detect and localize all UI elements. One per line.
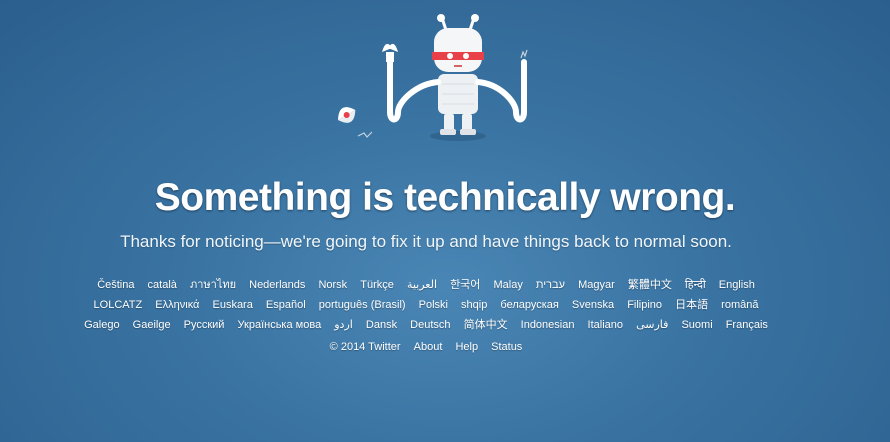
language-link[interactable]: Ελληνικά <box>155 299 199 311</box>
language-link[interactable]: 简体中文 <box>464 319 508 331</box>
robot-icon <box>338 14 528 141</box>
language-link[interactable]: Galego <box>84 319 119 331</box>
language-link[interactable]: shqip <box>461 299 487 311</box>
language-link[interactable]: Nederlands <box>249 279 305 291</box>
language-link[interactable]: LOLCATZ <box>94 299 143 311</box>
page-subtitle: Thanks for noticing—we're going to fix i… <box>120 232 732 251</box>
language-link[interactable]: 한국어 <box>450 279 480 291</box>
language-link[interactable]: Polski <box>419 299 448 311</box>
language-link[interactable]: Magyar <box>578 279 615 291</box>
language-link[interactable]: беларуская <box>500 299 558 311</box>
language-link[interactable]: Türkçe <box>360 279 394 291</box>
language-link[interactable]: 日本語 <box>675 299 708 311</box>
language-link[interactable]: 繁體中文 <box>628 279 672 291</box>
broken-robot-illustration <box>320 12 540 152</box>
language-link[interactable]: Deutsch <box>410 319 450 331</box>
language-link[interactable]: Italiano <box>588 319 623 331</box>
help-link[interactable]: Help <box>455 341 478 353</box>
language-link[interactable]: עברית <box>536 279 565 291</box>
language-link[interactable]: Euskara <box>212 299 252 311</box>
language-link[interactable]: română <box>721 299 758 311</box>
language-row-3: Galego Gaeilge Русский Українська мова ا… <box>0 315 852 335</box>
language-link[interactable]: Malay <box>494 279 523 291</box>
language-link[interactable]: Español <box>266 299 306 311</box>
language-link[interactable]: Gaeilge <box>133 319 171 331</box>
language-link[interactable]: català <box>148 279 177 291</box>
language-link[interactable]: Suomi <box>681 319 712 331</box>
language-row-2: LOLCATZ Ελληνικά Euskara Español portugu… <box>0 295 852 315</box>
language-link[interactable]: Українська мова <box>238 319 322 331</box>
language-link[interactable]: اردو <box>334 319 353 331</box>
language-link[interactable]: Filipino <box>627 299 662 311</box>
language-list: Čeština català ภาษาไทย Nederlands Norsk … <box>0 275 852 335</box>
language-link[interactable]: Indonesian <box>521 319 575 331</box>
language-link[interactable]: português (Brasil) <box>319 299 406 311</box>
about-link[interactable]: About <box>414 341 443 353</box>
language-link[interactable]: فارسی <box>636 319 668 331</box>
language-link[interactable]: Dansk <box>366 319 397 331</box>
language-row-1: Čeština català ภาษาไทย Nederlands Norsk … <box>0 275 852 295</box>
copyright-text: © 2014 Twitter <box>329 341 401 353</box>
language-link[interactable]: Русский <box>184 319 225 331</box>
language-link[interactable]: Čeština <box>97 279 134 291</box>
footer: © 2014 Twitter About Help Status <box>0 341 852 353</box>
language-link[interactable]: English <box>719 279 755 291</box>
language-link[interactable]: Svenska <box>572 299 614 311</box>
status-link[interactable]: Status <box>491 341 522 353</box>
language-link[interactable]: Français <box>726 319 768 331</box>
language-link[interactable]: Norsk <box>318 279 347 291</box>
language-link[interactable]: हिन्दी <box>685 279 706 291</box>
page-title: Something is technically wrong. <box>154 176 736 219</box>
language-link[interactable]: ภาษาไทย <box>190 279 236 291</box>
language-link[interactable]: العربية <box>407 279 437 291</box>
